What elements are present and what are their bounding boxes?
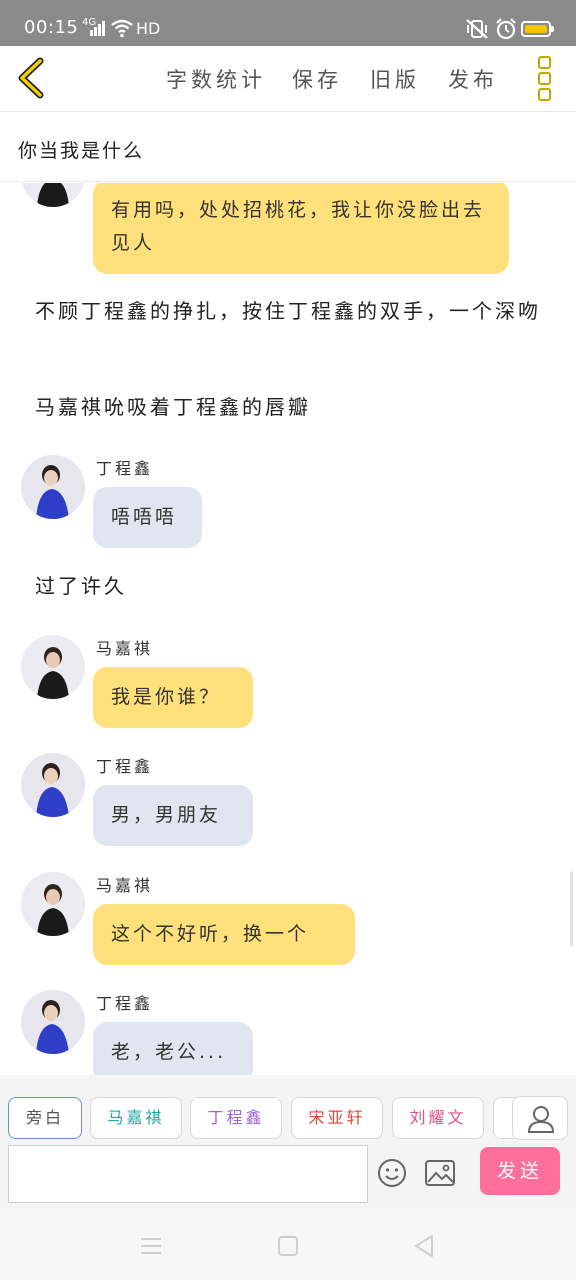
- narration-text[interactable]: 不顾丁程鑫的挣扎，按住丁程鑫的双手，一个深吻: [35, 294, 555, 328]
- back-button[interactable]: [12, 56, 52, 100]
- avatar-dingchengxin[interactable]: [21, 753, 85, 817]
- sender-name: 马嘉祺: [96, 639, 154, 658]
- message-bubble[interactable]: 这个不好听，换一个: [93, 904, 355, 965]
- message-bubble[interactable]: 男，男朋友: [93, 785, 253, 846]
- save-button[interactable]: 保存: [292, 64, 342, 94]
- status-time: 00:15: [24, 17, 79, 38]
- menu-icon[interactable]: [140, 1237, 162, 1255]
- chat-area[interactable]: 有用吗，处处招桃花，我让你没脸出去见人 不顾丁程鑫的挣扎，按住丁程鑫的双手，一个…: [0, 183, 576, 1075]
- system-nav-bar: [0, 1209, 576, 1280]
- person-avatar-icon: [21, 455, 85, 519]
- message-bubble[interactable]: 有用吗，处处招桃花，我让你没脸出去见人: [93, 183, 509, 274]
- input-bar: 发送: [0, 1145, 576, 1209]
- hd-indicator: HD: [136, 19, 161, 38]
- scrollbar-thumb[interactable]: [570, 871, 573, 947]
- role-majiaqi[interactable]: 马嘉祺: [90, 1097, 182, 1139]
- role-label: 旁白: [25, 1108, 64, 1127]
- message-bubble[interactable]: 老，老公...: [93, 1022, 253, 1075]
- role-songyaxuan[interactable]: 宋亚轩: [291, 1097, 383, 1139]
- avatar-majiaqi[interactable]: [21, 872, 85, 936]
- vibrate-icon: [466, 19, 488, 39]
- word-count-button[interactable]: 字数统计: [166, 64, 266, 94]
- person-avatar-icon: [21, 635, 85, 699]
- editor-toolbar: 字数统计 保存 旧版 发布: [0, 46, 576, 112]
- wifi-icon: [111, 19, 133, 38]
- message-bubble[interactable]: 唔唔唔: [93, 487, 202, 548]
- role-liuyaowen[interactable]: 刘耀文: [392, 1097, 484, 1139]
- battery-icon: [521, 21, 551, 37]
- character-manager-button[interactable]: [512, 1096, 568, 1140]
- more-dot-icon: [538, 88, 551, 101]
- person-avatar-icon: [21, 753, 85, 817]
- role-selector: 旁白 马嘉祺 丁程鑫 宋亚轩 刘耀文: [0, 1075, 576, 1145]
- sender-name: 丁程鑫: [96, 757, 154, 776]
- status-bar: 00:15 4G HD: [0, 0, 576, 46]
- role-label: 马嘉祺: [107, 1108, 165, 1127]
- image-button[interactable]: [424, 1159, 456, 1187]
- role-dingchengxin[interactable]: 丁程鑫: [190, 1097, 282, 1139]
- message-bubble[interactable]: 我是你谁？: [93, 667, 253, 728]
- emoji-button[interactable]: [376, 1157, 408, 1189]
- back-triangle-icon[interactable]: [413, 1233, 435, 1259]
- avatar-majiaqi[interactable]: [21, 635, 85, 699]
- narration-text[interactable]: 马嘉祺吮吸着丁程鑫的唇瓣: [35, 390, 555, 424]
- sender-name: 丁程鑫: [96, 459, 154, 478]
- alarm-icon: [496, 18, 516, 40]
- story-title: 你当我是什么: [18, 140, 145, 162]
- more-dot-icon: [538, 72, 551, 85]
- home-icon[interactable]: [278, 1236, 298, 1256]
- sender-name: 丁程鑫: [96, 994, 154, 1013]
- avatar-dingchengxin[interactable]: [21, 455, 85, 519]
- person-icon: [527, 1106, 555, 1133]
- story-title-bar[interactable]: 你当我是什么: [0, 112, 576, 182]
- more-menu-button[interactable]: [532, 54, 558, 102]
- role-label: 刘耀文: [409, 1108, 467, 1127]
- role-label: 宋亚轩: [308, 1108, 366, 1127]
- old-version-button[interactable]: 旧版: [370, 64, 420, 94]
- avatar-dingchengxin[interactable]: [21, 990, 85, 1054]
- publish-button[interactable]: 发布: [448, 64, 498, 94]
- sender-name: 马嘉祺: [96, 876, 154, 895]
- narration-text[interactable]: 过了许久: [35, 569, 555, 603]
- message-input[interactable]: [8, 1145, 368, 1203]
- send-button[interactable]: 发送: [480, 1147, 560, 1195]
- role-narrator[interactable]: 旁白: [8, 1097, 82, 1139]
- battery-level: [525, 25, 547, 33]
- more-dot-icon: [538, 56, 551, 69]
- avatar-majiaqi[interactable]: [21, 183, 85, 207]
- role-label: 丁程鑫: [207, 1108, 265, 1127]
- person-avatar-icon: [21, 872, 85, 936]
- battery-tip: [551, 26, 554, 32]
- signal-icon: [84, 20, 105, 36]
- person-avatar-icon: [21, 183, 85, 207]
- person-avatar-icon: [21, 990, 85, 1054]
